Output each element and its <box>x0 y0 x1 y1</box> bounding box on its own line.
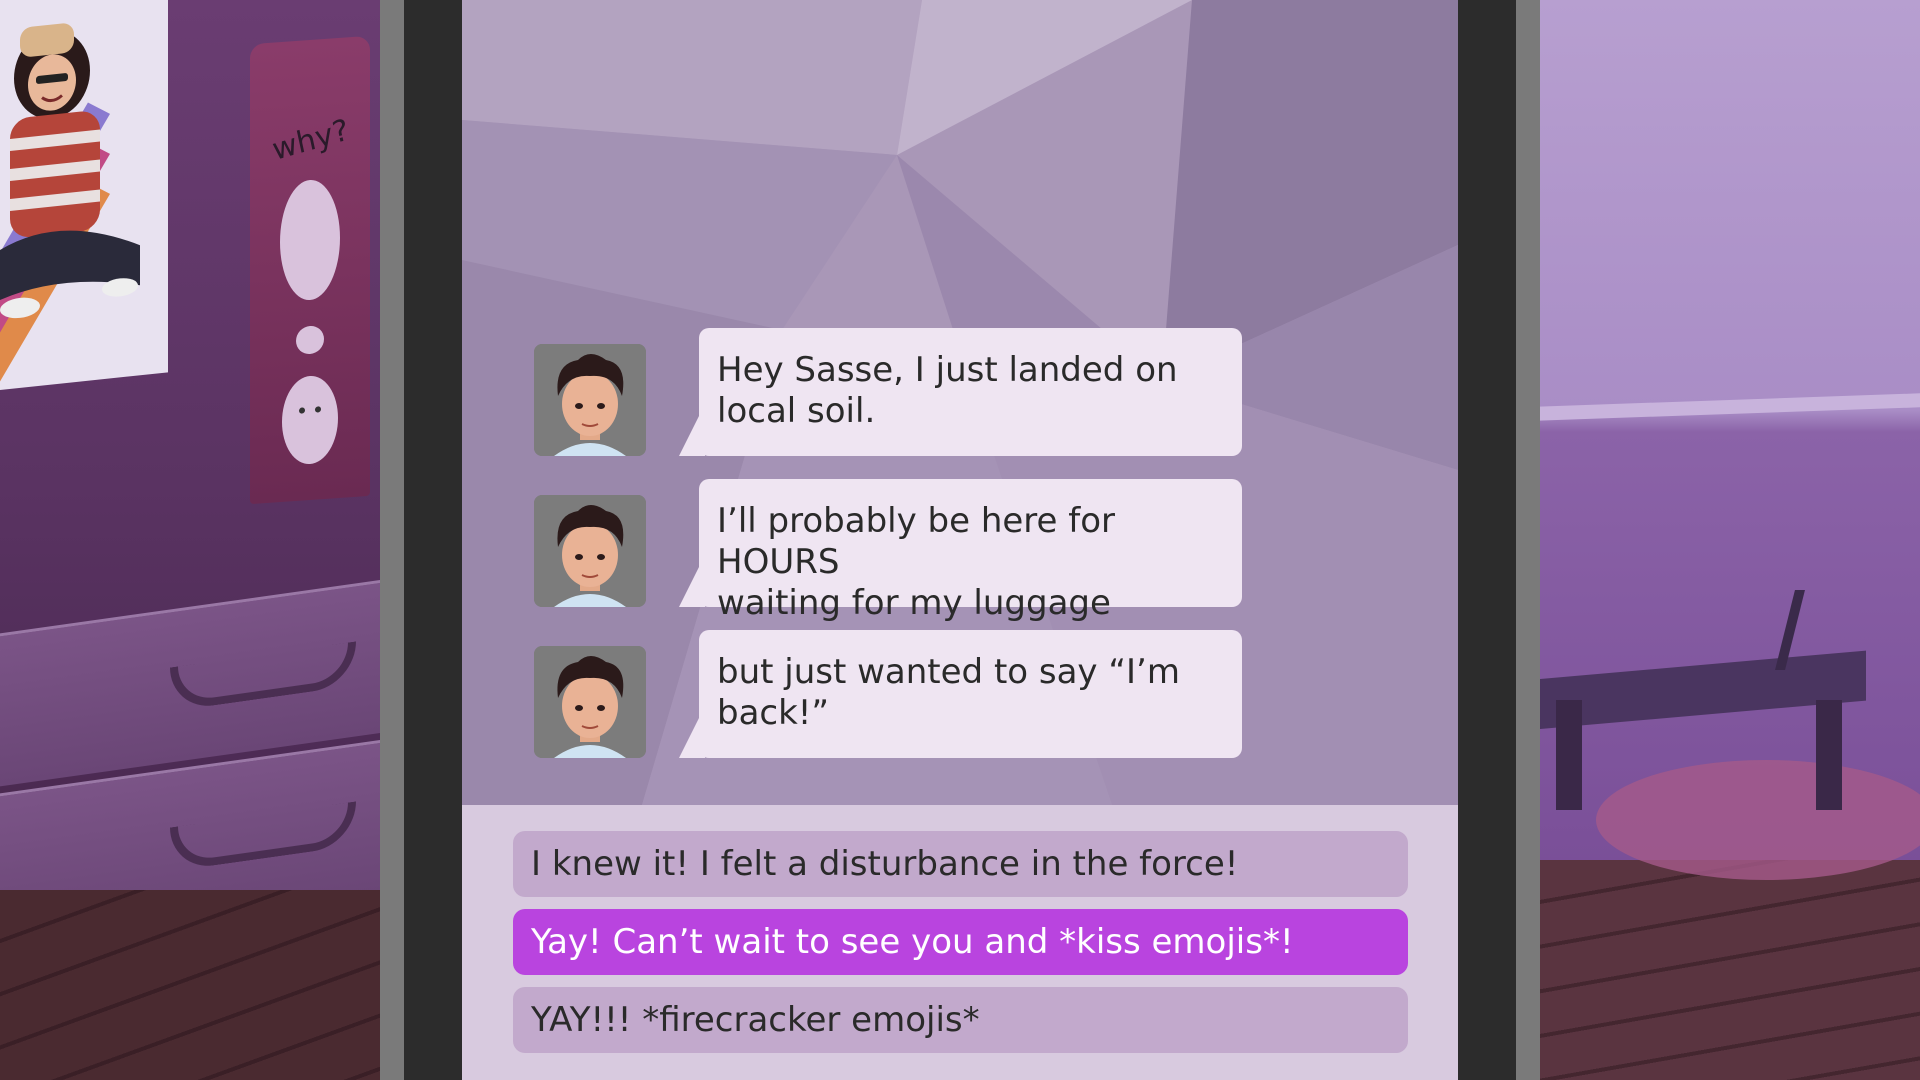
laptop <box>1665 590 1805 670</box>
reply-choice-3[interactable]: YAY!!! *firecracker emojis* <box>513 987 1408 1053</box>
background-room-left: why? <box>0 0 390 1080</box>
hanging-shirt: why? <box>250 35 370 505</box>
background-room-right <box>1536 0 1920 1080</box>
table-leg <box>1816 700 1842 810</box>
boy-avatar-icon <box>534 495 646 607</box>
message-row: Hey Sasse, I just landed on local soil. <box>462 328 1458 458</box>
poster <box>0 0 168 390</box>
phone-screen: Hey Sasse, I just landed on local soil. … <box>462 0 1458 1080</box>
rug <box>1596 760 1920 880</box>
drawer-handle <box>170 801 356 872</box>
reply-choice-2[interactable]: Yay! Can’t wait to see you and *kiss emo… <box>513 909 1408 975</box>
wall-trim <box>1536 393 1920 421</box>
drawer-handle <box>170 641 356 712</box>
boy-avatar-icon <box>534 646 646 758</box>
reply-choice-1[interactable]: I knew it! I felt a disturbance in the f… <box>513 831 1408 897</box>
floor <box>0 890 390 1080</box>
message-text: Hey Sasse, I just landed on local soil. <box>717 350 1178 431</box>
floor <box>1536 860 1920 1080</box>
message-text: I’ll probably be here for HOURS waiting … <box>717 501 1116 623</box>
message-text: but just wanted to say “I’m back!” <box>717 652 1180 733</box>
table-leg <box>1556 700 1582 810</box>
message-bubble: Hey Sasse, I just landed on local soil. <box>699 328 1242 456</box>
message-bubble: but just wanted to say “I’m back!” <box>699 630 1242 758</box>
girl-illustration <box>0 23 140 319</box>
reply-choices-panel: I knew it! I felt a disturbance in the f… <box>462 805 1458 1080</box>
message-bubble: I’ll probably be here for HOURS waiting … <box>699 479 1242 623</box>
boy-avatar-icon <box>534 344 646 456</box>
message-row: I’ll probably be here for HOURS waiting … <box>462 479 1458 623</box>
message-row: but just wanted to say “I’m back!” <box>462 630 1458 760</box>
shirt-scribble-text: why? <box>269 113 352 168</box>
